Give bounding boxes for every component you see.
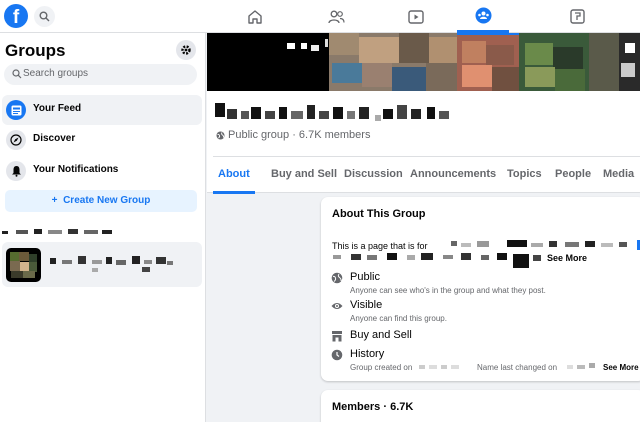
group-cover-photo[interactable] xyxy=(207,33,640,91)
sidebar-item-label: Discover xyxy=(33,133,76,144)
row-title: Public xyxy=(350,271,380,283)
members-title: Members · 6.7K xyxy=(332,401,414,413)
sidebar-title: Groups xyxy=(5,41,66,60)
top-navigation-bar: f xyxy=(0,0,640,33)
search-icon xyxy=(39,11,50,22)
group-name-redacted xyxy=(215,101,455,123)
nav-home[interactable] xyxy=(229,0,281,33)
tab-buy-and-sell[interactable]: Buy and Sell xyxy=(266,157,342,194)
history-see-more-link[interactable]: See More xyxy=(603,363,639,372)
group-meta: Public group · 6.7K members xyxy=(216,129,370,141)
groups-sidebar: Groups Search groups Your Feed Discover … xyxy=(0,33,206,422)
group-tabs: About Buy and Sell Discussion Announceme… xyxy=(213,156,640,194)
groups-icon xyxy=(475,7,491,23)
tab-people[interactable]: People xyxy=(550,157,596,194)
nav-watch[interactable] xyxy=(390,0,442,33)
tab-announcements[interactable]: Announcements xyxy=(405,157,501,194)
sidebar-item-label: Your Feed xyxy=(33,103,82,114)
gear-icon xyxy=(181,45,191,55)
compass-icon xyxy=(10,134,22,146)
sidebar-item-discover[interactable]: Discover xyxy=(2,125,202,155)
tab-about[interactable]: About xyxy=(213,157,255,194)
description-see-more-link[interactable]: See More xyxy=(547,253,587,263)
about-title: About This Group xyxy=(332,208,426,220)
globe-icon xyxy=(216,131,225,139)
group-meta-text: Public group · 6.7K members xyxy=(228,129,371,141)
nav-friends[interactable] xyxy=(310,0,362,33)
about-this-group-card: About This Group This is a page that is … xyxy=(321,197,640,381)
eye-icon xyxy=(331,303,343,309)
row-subtitle: Anyone can see who's in the group and wh… xyxy=(350,286,546,295)
search-placeholder: Search groups xyxy=(23,68,89,79)
sidebar-item-your-feed[interactable]: Your Feed xyxy=(2,95,202,125)
sidebar-item-notifications[interactable]: Your Notifications xyxy=(2,156,202,186)
history-renamed: Name last changed on xyxy=(477,363,558,372)
nav-groups[interactable] xyxy=(457,0,509,33)
history-created: Group created on xyxy=(350,363,413,372)
group-thumbnail xyxy=(6,248,41,282)
search-icon xyxy=(12,69,22,79)
row-title: Buy and Sell xyxy=(350,329,412,341)
search-groups-input[interactable]: Search groups xyxy=(4,64,197,85)
tab-topics[interactable]: Topics xyxy=(502,157,547,194)
clock-icon xyxy=(331,349,343,361)
friends-icon xyxy=(327,10,345,23)
sidebar-item-label: Your Notifications xyxy=(33,164,119,175)
home-icon xyxy=(248,9,262,24)
group-description: This is a page that is for xyxy=(332,241,428,251)
redacted-section-heading xyxy=(2,227,122,237)
plus-icon: + xyxy=(51,195,58,206)
create-label: Create New Group xyxy=(63,195,151,206)
facebook-logo[interactable]: f xyxy=(4,4,28,28)
row-title: Visible xyxy=(350,299,383,311)
members-card: Members · 6.7K xyxy=(321,390,640,422)
globe-icon xyxy=(331,272,343,284)
tab-media[interactable]: Media xyxy=(598,157,639,194)
gaming-icon xyxy=(569,9,585,24)
search-button[interactable] xyxy=(34,6,55,27)
create-new-group-button[interactable]: + Create New Group xyxy=(5,190,197,212)
row-subtitle: Anyone can find this group. xyxy=(350,314,447,323)
bell-icon xyxy=(11,166,21,177)
row-title: History xyxy=(350,348,385,360)
tab-discussion[interactable]: Discussion xyxy=(339,157,408,194)
nav-gaming[interactable] xyxy=(551,0,603,33)
settings-button[interactable] xyxy=(176,40,196,60)
watch-icon xyxy=(408,9,424,24)
joined-group-item[interactable] xyxy=(2,242,202,287)
shop-icon xyxy=(332,331,342,342)
group-header: Public group · 6.7K members About Buy an… xyxy=(207,91,640,194)
feed-icon xyxy=(11,105,21,115)
